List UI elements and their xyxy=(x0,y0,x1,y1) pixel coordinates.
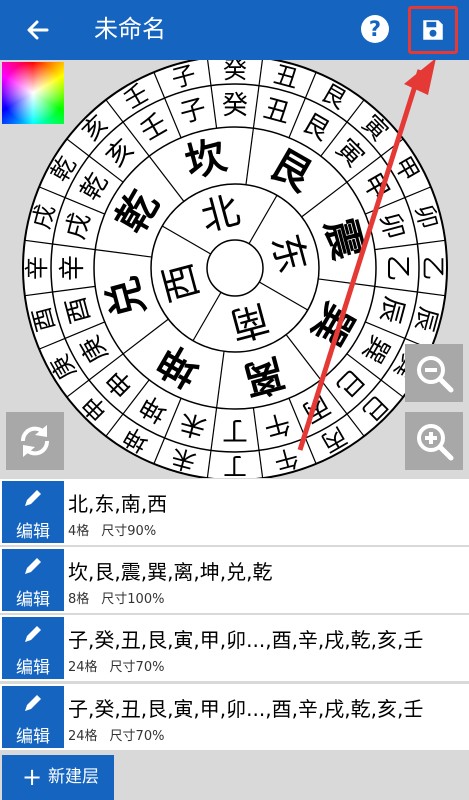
layer-row: 编辑 北,东,南,西 4格 尺寸90% xyxy=(0,479,469,545)
arrow-left-icon xyxy=(27,20,49,40)
plus-icon: + xyxy=(22,763,43,791)
layer-meta: 8格 尺寸100% xyxy=(68,588,176,607)
layer-text: 北,东,南,西 xyxy=(68,492,168,516)
pencil-icon xyxy=(25,626,41,642)
layer-size: 尺寸100% xyxy=(101,592,165,607)
layer-text: 子,癸,丑,艮,寅,甲,卯...,酉,辛,戌,乾,亥,壬 xyxy=(68,628,424,652)
layer-count: 24格 xyxy=(68,660,98,675)
edit-label: 编辑 xyxy=(16,727,50,747)
help-button[interactable]: ? xyxy=(361,15,389,43)
zoom-out-icon xyxy=(417,356,454,393)
layer-size: 尺寸70% xyxy=(109,660,165,675)
compass-canvas[interactable]: 北东南西坎艮震巽离坤兑乾子癸丑艮寅甲卯乙辰巽巳丙午丁未坤申庚酉辛戌乾亥壬子癸丑艮… xyxy=(0,60,469,478)
pencil-icon xyxy=(25,558,41,574)
edit-button[interactable]: 编辑 xyxy=(2,549,64,611)
rotate-button[interactable] xyxy=(6,412,64,470)
help-icon: ? xyxy=(368,17,382,41)
layer-row: 编辑 子,癸,丑,艮,寅,甲,卯...,酉,辛,戌,乾,亥,壬 24格 尺寸70% xyxy=(0,684,469,750)
layer-count: 24格 xyxy=(68,729,98,744)
edit-button[interactable]: 编辑 xyxy=(2,481,64,543)
layer-size: 尺寸70% xyxy=(109,729,165,744)
edit-label: 编辑 xyxy=(16,658,50,678)
edit-button[interactable]: 编辑 xyxy=(2,686,64,748)
edit-label: 编辑 xyxy=(16,522,50,542)
save-button[interactable] xyxy=(408,6,458,54)
pencil-icon xyxy=(25,490,41,506)
layer-meta: 24格 尺寸70% xyxy=(68,725,176,744)
pencil-icon xyxy=(25,695,41,711)
rotate-icon xyxy=(20,425,50,457)
zoom-out-button[interactable] xyxy=(405,344,463,402)
layer-row: 编辑 子,癸,丑,艮,寅,甲,卯...,酉,辛,戌,乾,亥,壬 24格 尺寸70% xyxy=(0,615,469,681)
hint-arrow xyxy=(297,60,436,451)
edit-label: 编辑 xyxy=(16,590,50,610)
back-button[interactable] xyxy=(20,12,56,48)
layer-size: 尺寸90% xyxy=(101,524,157,539)
layer-count: 8格 xyxy=(68,592,90,607)
layer-meta: 24格 尺寸70% xyxy=(68,656,176,675)
edit-button[interactable]: 编辑 xyxy=(2,617,64,679)
layer-text: 坎,艮,震,巽,离,坤,兑,乾 xyxy=(68,560,273,584)
zoom-in-button[interactable] xyxy=(405,412,463,470)
zoom-in-icon xyxy=(417,424,454,461)
new-layer-label: 新建层 xyxy=(48,767,99,787)
new-layer-button[interactable]: + 新建层 xyxy=(2,755,114,800)
layer-text: 子,癸,丑,艮,寅,甲,卯...,酉,辛,戌,乾,亥,壬 xyxy=(68,697,424,721)
color-palette[interactable] xyxy=(2,62,64,124)
layer-meta: 4格 尺寸90% xyxy=(68,520,168,539)
layer-row: 编辑 坎,艮,震,巽,离,坤,兑,乾 8格 尺寸100% xyxy=(0,547,469,613)
save-icon xyxy=(423,20,443,40)
app-bar: 未命名 ? xyxy=(0,0,469,60)
layer-count: 4格 xyxy=(68,524,90,539)
page-title: 未命名 xyxy=(94,15,166,43)
